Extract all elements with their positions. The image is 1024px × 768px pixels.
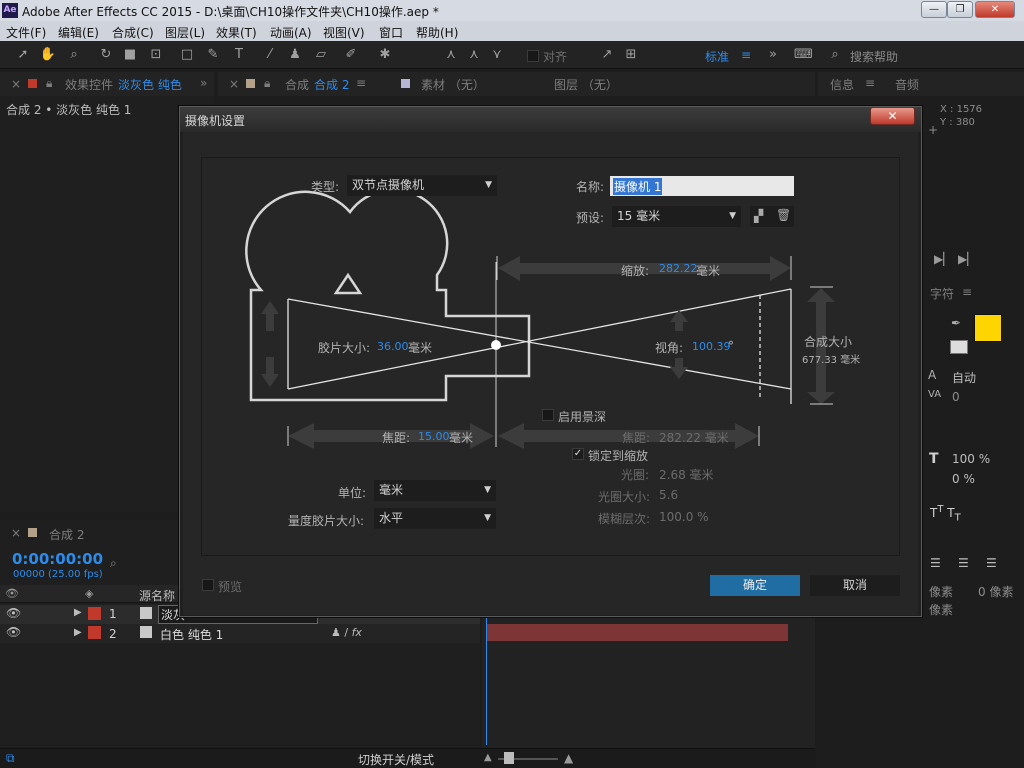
lock-to-zoom-label: 锁定到缩放	[588, 449, 649, 463]
name-label: 名称:	[576, 180, 605, 194]
chevron-down-icon: ▼	[484, 513, 491, 523]
zoom-unit: 毫米	[696, 264, 721, 278]
chevron-down-icon: ▼	[485, 180, 492, 190]
ok-button[interactable]: 确定	[710, 575, 800, 596]
camera-type-dropdown[interactable]: 双节点摄像机 ▼	[347, 175, 497, 196]
angle-unit: °	[728, 339, 734, 353]
units-dropdown[interactable]: 毫米 ▼	[374, 480, 496, 501]
zoom-label: 缩放:	[621, 264, 650, 278]
chevron-down-icon: ▼	[729, 211, 736, 221]
enable-dof-checkbox[interactable]	[542, 409, 554, 421]
save-preset-icon[interactable]: ▞	[754, 209, 763, 223]
zoom-value[interactable]: 282.22	[659, 262, 698, 275]
fstop-label: 光圈大小:	[598, 490, 651, 504]
focus-distance-label: 焦距:	[622, 431, 651, 445]
cancel-button[interactable]: 取消	[810, 575, 900, 596]
camera-diagram	[245, 188, 835, 449]
fstop-value[interactable]: 5.6	[659, 488, 678, 502]
aperture-value[interactable]: 2.68 毫米	[659, 466, 714, 483]
measure-film-dropdown[interactable]: 水平 ▼	[374, 508, 496, 529]
comp-size-value[interactable]: 677.33 毫米	[802, 351, 860, 366]
angle-value[interactable]: 100.39	[692, 340, 731, 353]
lock-to-zoom-checkbox[interactable]: ✓	[572, 448, 584, 460]
camera-name-value: 摄像机 1	[613, 178, 663, 195]
preset-label: 预设:	[576, 211, 605, 225]
camera-name-field[interactable]: 摄像机 1	[610, 176, 794, 196]
preview-label: 预览	[218, 580, 243, 594]
comp-size-label: 合成大小	[804, 335, 853, 349]
preset-dropdown[interactable]: 15 毫米 ▼	[612, 206, 741, 227]
measure-film-value: 水平	[379, 511, 404, 525]
angle-label: 视角:	[655, 341, 684, 355]
focal-length-unit: 毫米	[449, 431, 474, 445]
blur-level-value[interactable]: 100.0 %	[659, 510, 709, 524]
focus-distance-value[interactable]: 282.22 毫米	[659, 429, 729, 446]
type-label: 类型:	[311, 180, 340, 194]
focal-length-label: 焦距:	[382, 431, 411, 445]
enable-dof-label: 启用景深	[558, 410, 607, 424]
camera-type-value: 双节点摄像机	[352, 178, 425, 192]
camera-body-outline	[245, 188, 531, 402]
chevron-down-icon: ▼	[484, 485, 491, 495]
blur-level-label: 模糊层次:	[598, 512, 651, 526]
focal-length-value[interactable]: 15.00	[418, 430, 450, 443]
units-value: 毫米	[379, 483, 404, 497]
aperture-label: 光圈:	[621, 468, 650, 482]
preset-value: 15 毫米	[617, 209, 661, 223]
preview-checkbox[interactable]	[202, 579, 214, 591]
film-size-unit: 毫米	[408, 341, 433, 355]
film-size-label: 胶片大小:	[318, 341, 371, 355]
lens-center-point	[491, 340, 501, 350]
delete-preset-icon[interactable]: 🗑︎	[776, 208, 791, 222]
units-label: 单位:	[338, 486, 367, 500]
film-size-value[interactable]: 36.00	[377, 340, 409, 353]
measure-film-label: 量度胶片大小:	[288, 514, 365, 528]
